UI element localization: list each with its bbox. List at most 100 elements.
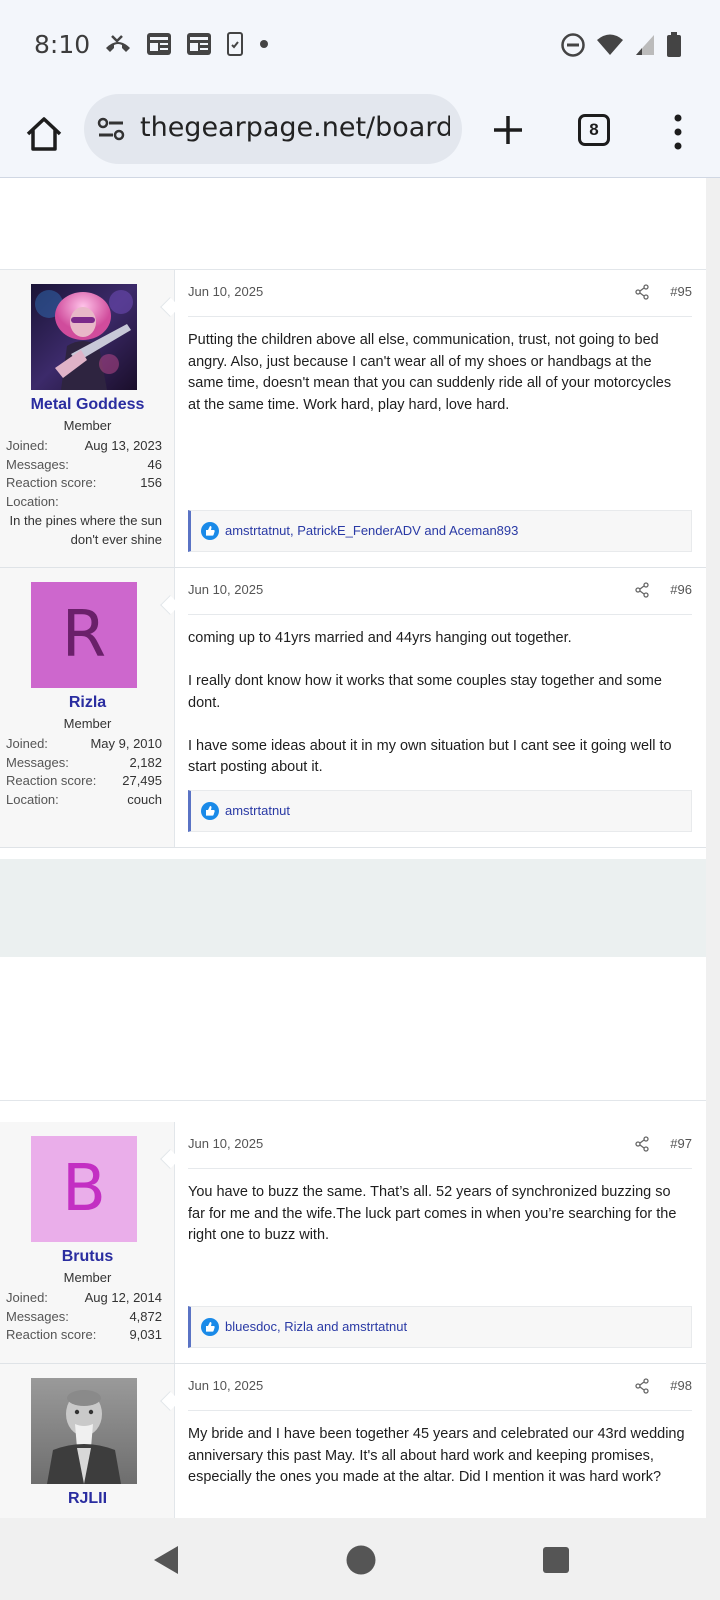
ad-space (0, 178, 706, 270)
post-body: Jun 10, 2025 #97 You have to buzz the sa… (176, 1122, 706, 1363)
post-paragraph: You have to buzz the same. That’s all. 5… (188, 1184, 677, 1243)
stat-label: Messages: (6, 754, 69, 770)
username[interactable]: Brutus (0, 1248, 175, 1266)
user-stats: Joined: Aug 13, 2023 Messages: 46 Reaction… (6, 438, 162, 549)
site-settings-icon[interactable] (96, 116, 126, 142)
share-icon[interactable] (634, 1136, 650, 1152)
reactions-list[interactable]: bluesdoc, Rizla and amstrtatnut (225, 1319, 407, 1334)
reactions-bar[interactable]: amstrtatnut, PatrickE_FenderADV and Acem… (188, 510, 692, 552)
stat-value: Aug 12, 2014 (84, 1290, 162, 1305)
stat-value: 9,031 (129, 1327, 162, 1342)
news-icon (147, 33, 171, 55)
divider (188, 1410, 692, 1411)
post-date[interactable]: Jun 10, 2025 (188, 582, 263, 597)
recents-icon[interactable] (542, 1546, 570, 1574)
reactions-list[interactable]: amstrtatnut (225, 803, 290, 818)
overflow-menu-icon[interactable] (668, 110, 688, 154)
stat-joined: Joined: Aug 12, 2014 (6, 1290, 162, 1309)
post: R Rizla Member Joined: May 9, 2010 Messag… (0, 568, 706, 848)
post-text: My bride and I have been together 45 yea… (188, 1424, 686, 1510)
dnd-icon (561, 33, 585, 57)
stat-reaction-score: Reaction score: 9,031 (6, 1327, 162, 1346)
battery-icon (667, 32, 681, 57)
stat-value: 4,872 (129, 1308, 162, 1324)
username[interactable]: RJLII (0, 1490, 175, 1508)
post-number[interactable]: #95 (670, 284, 692, 299)
share-icon[interactable] (634, 284, 650, 300)
stat-label: Reaction score: (6, 773, 97, 788)
user-title: Member (63, 716, 112, 731)
stat-messages: Messages: 46 (6, 457, 162, 476)
post: B Brutus Member Joined: Aug 12, 2014 Mess… (0, 1122, 706, 1364)
divider (188, 614, 692, 615)
home-icon[interactable] (22, 112, 66, 156)
post-number[interactable]: #98 (670, 1378, 692, 1393)
tab-switcher-button[interactable]: 8 (578, 114, 610, 146)
post-paragraph: My bride and I have been together 45 yea… (188, 1426, 685, 1485)
post-date[interactable]: Jun 10, 2025 (188, 284, 263, 299)
reactions-list[interactable]: amstrtatnut, PatrickE_FenderADV and Acem… (225, 523, 518, 538)
post-text: coming up to 41yrs married and 44yrs han… (188, 628, 686, 800)
stat-value: 2,182 (129, 754, 162, 770)
like-icon (201, 522, 219, 540)
post-text: You have to buzz the same. That’s all. 5… (188, 1182, 686, 1268)
ad-space (0, 957, 706, 1101)
stat-label: Messages: (6, 456, 69, 472)
reactions-bar[interactable]: amstrtatnut (188, 790, 692, 832)
post-paragraph: I really dont know how it works that som… (188, 673, 662, 711)
post: RJLII Jun 10, 2025 #98 My bride and I ha… (0, 1364, 706, 1518)
address-bar[interactable]: thegearpage.net/board/ (84, 94, 462, 164)
user-panel: R Rizla Member Joined: May 9, 2010 Messag… (0, 568, 175, 847)
divider (188, 316, 692, 317)
avatar[interactable]: R (31, 582, 137, 688)
back-icon[interactable] (150, 1544, 182, 1576)
post-paragraph: coming up to 41yrs married and 44yrs han… (188, 630, 572, 646)
reactions-bar[interactable]: bluesdoc, Rizla and amstrtatnut (188, 1306, 692, 1348)
stat-messages: Messages: 2,182 (6, 755, 162, 774)
share-icon[interactable] (634, 582, 650, 598)
stat-label: Joined: (6, 1290, 48, 1305)
stat-messages: Messages: 4,872 (6, 1309, 162, 1328)
stat-label: Location: (6, 493, 59, 509)
thread-content: Metal Goddess Member Joined: Aug 13, 2023… (0, 178, 706, 1518)
user-stats: Joined: Aug 12, 2014 Messages: 4,872 React… (6, 1290, 162, 1346)
post-text: Putting the children above all else, com… (188, 330, 686, 438)
username[interactable]: Rizla (0, 694, 175, 712)
home-nav-icon[interactable] (345, 1544, 377, 1576)
stat-label: Location: (6, 791, 59, 807)
divider (188, 1168, 692, 1169)
sim-icon (227, 32, 243, 56)
stat-value: couch (127, 791, 162, 807)
post: Metal Goddess Member Joined: Aug 13, 2023… (0, 270, 706, 568)
url-text[interactable]: thegearpage.net/board/ (140, 112, 450, 143)
stat-label: Reaction score: (6, 1327, 97, 1342)
stat-value: 156 (140, 475, 162, 490)
user-title: Member (63, 418, 112, 433)
username[interactable]: Metal Goddess (0, 396, 175, 414)
avatar[interactable] (31, 1378, 137, 1484)
post-paragraph: I have some ideas about it in my own sit… (188, 737, 672, 776)
post-date[interactable]: Jun 10, 2025 (188, 1378, 263, 1393)
like-icon (201, 1318, 219, 1336)
scrollbar[interactable] (706, 178, 720, 1518)
avatar[interactable] (31, 284, 137, 390)
stat-value: Aug 13, 2023 (84, 438, 162, 453)
new-tab-icon[interactable] (486, 108, 530, 152)
system-nav-bar (0, 1518, 720, 1600)
stat-label: Joined: (6, 438, 48, 453)
wifi-icon (597, 34, 623, 55)
post-number[interactable]: #96 (670, 582, 692, 597)
stat-label: Reaction score: (6, 475, 97, 490)
post-date[interactable]: Jun 10, 2025 (188, 1136, 263, 1151)
share-icon[interactable] (634, 1378, 650, 1394)
user-panel: B Brutus Member Joined: Aug 12, 2014 Mess… (0, 1122, 175, 1363)
stat-joined: Joined: May 9, 2010 (6, 736, 162, 755)
avatar[interactable]: B (31, 1136, 137, 1242)
stat-label: Messages: (6, 1308, 69, 1324)
post-paragraph: Putting the children above all else, com… (188, 332, 672, 413)
post-body: Jun 10, 2025 #96 coming up to 41yrs marr… (176, 568, 706, 847)
section-separator (0, 859, 706, 957)
browser-toolbar: thegearpage.net/board/ 8 (0, 92, 720, 178)
post-number[interactable]: #97 (670, 1136, 692, 1151)
status-time: 8:10 (34, 30, 91, 59)
